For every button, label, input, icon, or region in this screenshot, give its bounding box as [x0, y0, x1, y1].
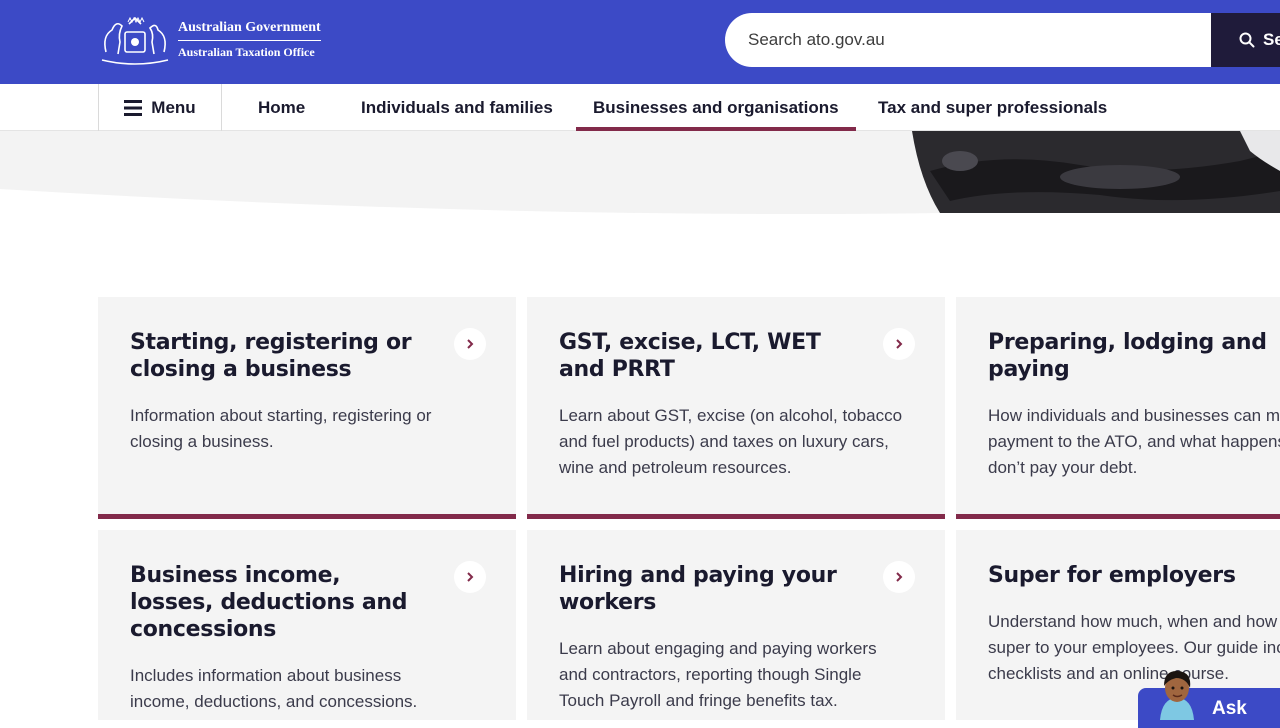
chevron-right-icon[interactable]: [883, 561, 915, 593]
search-button-label: Se: [1263, 30, 1280, 49]
card-starting-business[interactable]: Starting, registering or closing a busin…: [98, 297, 516, 519]
nav-individuals[interactable]: Individuals and families: [361, 84, 553, 131]
ato-logo[interactable]: Australian Government Australian Taxatio…: [96, 12, 321, 68]
card-title: Hiring and paying your workers: [559, 563, 837, 615]
ask-alex-chat-button[interactable]: Ask: [1138, 668, 1280, 728]
nav-home[interactable]: Home: [258, 84, 305, 131]
search-button[interactable]: Se: [1211, 13, 1280, 67]
menu-label: Menu: [151, 97, 196, 117]
nav-businesses[interactable]: Businesses and organisations: [576, 84, 856, 131]
main-nav: Menu Home Individuals and families Busin…: [0, 84, 1280, 131]
card-title: Super for employers: [988, 563, 1236, 588]
hero-image: [0, 131, 1280, 221]
card-preparing-lodging[interactable]: Preparing, lodging and paying How indivi…: [956, 297, 1280, 519]
chevron-right-icon[interactable]: [883, 328, 915, 360]
card-description: Learn about engaging and paying workers …: [559, 639, 877, 710]
card-business-income[interactable]: Business income, losses, deductions and …: [98, 530, 516, 720]
card-description: Information about starting, registering …: [130, 406, 432, 451]
nav-tax-professionals[interactable]: Tax and super professionals: [878, 84, 1107, 131]
chevron-right-icon[interactable]: [454, 328, 486, 360]
card-gst-excise[interactable]: GST, excise, LCT, WET and PRRT Learn abo…: [527, 297, 945, 519]
search-input[interactable]: Search ato.gov.au: [725, 13, 1211, 67]
card-description: Learn about GST, excise (on alcohol, tob…: [559, 406, 903, 477]
logo-line-ato: Australian Taxation Office: [178, 45, 315, 59]
chevron-right-icon[interactable]: [454, 561, 486, 593]
site-header: Australian Government Australian Taxatio…: [0, 0, 1280, 84]
card-title: GST, excise, LCT, WET and PRRT: [559, 330, 821, 382]
card-description: Includes information about business inco…: [130, 666, 418, 711]
menu-button[interactable]: Menu: [98, 84, 222, 131]
coat-of-arms-icon: [101, 16, 169, 65]
card-description: How individuals and businesses can make …: [988, 406, 1280, 477]
card-title: Business income, losses, deductions and …: [130, 563, 408, 642]
logo-line-government: Australian Government: [178, 20, 321, 41]
card-title: Preparing, lodging and paying: [988, 330, 1267, 382]
assistant-avatar-icon: [1160, 670, 1194, 720]
hero-banner: [0, 131, 1280, 221]
card-hiring-workers[interactable]: Hiring and paying your workers Learn abo…: [527, 530, 945, 720]
search-icon: [1239, 32, 1255, 48]
card-title: Starting, registering or closing a busin…: [130, 330, 412, 382]
hamburger-icon: [124, 99, 143, 116]
